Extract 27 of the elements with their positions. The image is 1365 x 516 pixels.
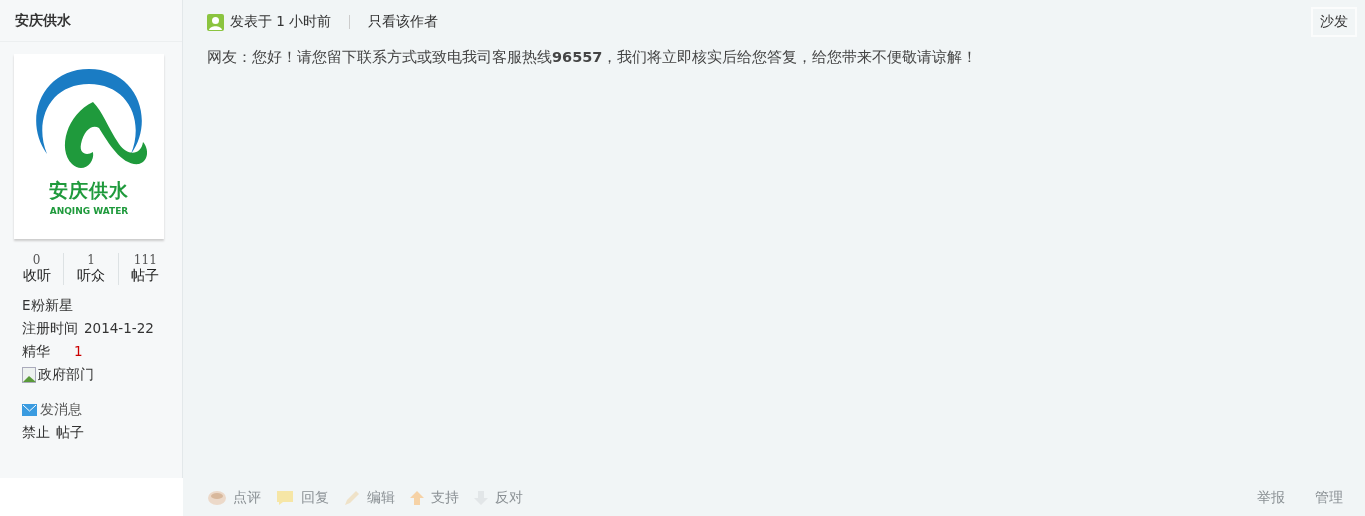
- info-label: 精华: [22, 343, 50, 361]
- up-arrow-icon: [409, 490, 425, 506]
- post-time: 发表于 1 小时前: [230, 13, 332, 31]
- broken-image-icon: [22, 367, 38, 383]
- logo-subtitle: ANQING WATER: [49, 206, 129, 216]
- logo-title: 安庆供水: [49, 178, 129, 203]
- info-value: 1: [74, 343, 83, 361]
- user-rank: E粉新星: [22, 297, 74, 315]
- floor-label: 沙发: [1311, 7, 1357, 37]
- author-only-link[interactable]: 只看该作者: [368, 13, 439, 31]
- group-image-alt-text: 政府部门: [38, 366, 94, 384]
- ban-link[interactable]: 帖子: [56, 424, 84, 442]
- stat-link[interactable]: 111 帖子: [117, 253, 172, 285]
- username[interactable]: 安庆供水: [0, 0, 182, 42]
- info-value: 2014-1-22: [84, 320, 154, 338]
- ban-link[interactable]: 禁止: [22, 424, 50, 442]
- envelope-icon: [22, 404, 37, 416]
- post-body: 网友：您好！请您留下联系方式或致电我司客服热线96557，我们将立即核实后给您答复，给您带来不便敬请谅解！: [207, 48, 979, 67]
- send-message-link[interactable]: 发消息: [22, 401, 182, 419]
- stat-link[interactable]: 1 听众: [63, 253, 118, 285]
- speech-bubble-icon: [275, 490, 295, 506]
- pencil-icon: [343, 490, 361, 506]
- stat-link[interactable]: 0 收听: [10, 253, 64, 285]
- avatar[interactable]: 安庆供水 ANQING WATER: [14, 54, 164, 239]
- info-label: 注册时间: [22, 320, 78, 338]
- cup-icon: [207, 490, 227, 506]
- user-icon: [207, 13, 224, 31]
